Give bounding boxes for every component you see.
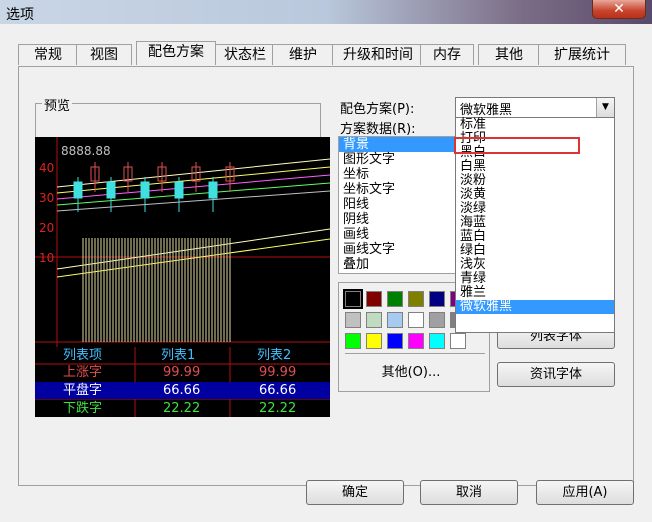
other-color-button[interactable]: 其他(O)... bbox=[361, 361, 461, 381]
color-swatch[interactable] bbox=[366, 291, 382, 307]
scheme-option[interactable]: 雅兰 bbox=[456, 286, 614, 300]
color-swatch[interactable] bbox=[408, 312, 424, 328]
color-swatch[interactable] bbox=[387, 291, 403, 307]
color-swatch[interactable] bbox=[366, 333, 382, 349]
close-button[interactable]: ✕ bbox=[592, 0, 646, 19]
tab-other[interactable]: 其他 bbox=[478, 44, 540, 65]
table-cell: 99.99 bbox=[163, 365, 200, 380]
preview-canvas: 40 30 20 10 8888.88 列表项 列表1 列表2 上涨字 99.9… bbox=[35, 137, 331, 417]
color-swatch[interactable] bbox=[408, 333, 424, 349]
axis-label: 10 bbox=[39, 251, 54, 265]
tab-memory[interactable]: 内存 bbox=[420, 44, 474, 65]
scheme-option[interactable]: 白黑 bbox=[456, 160, 614, 174]
color-swatch[interactable] bbox=[366, 312, 382, 328]
tab-color-scheme[interactable]: 配色方案 bbox=[136, 41, 216, 65]
axis-label: 40 bbox=[39, 161, 54, 175]
scheme-option[interactable]: 标准 bbox=[456, 118, 614, 132]
axis-label: 30 bbox=[39, 191, 54, 205]
color-swatch[interactable] bbox=[429, 333, 445, 349]
scheme-select[interactable]: 微软雅黑 ▼ bbox=[455, 97, 615, 118]
color-swatch[interactable] bbox=[387, 312, 403, 328]
window-title: 选项 bbox=[6, 7, 34, 23]
list-item[interactable]: 画线 bbox=[339, 227, 459, 242]
highlight-box bbox=[454, 137, 580, 154]
tab-extended-stats[interactable]: 扩展统计 bbox=[538, 44, 626, 65]
color-swatch[interactable] bbox=[345, 333, 361, 349]
list-item[interactable]: 坐标文字 bbox=[339, 182, 459, 197]
ok-button[interactable]: 确定 bbox=[306, 480, 404, 505]
table-cell: 上涨字 bbox=[63, 365, 102, 380]
scheme-option[interactable]: 淡绿 bbox=[456, 202, 614, 216]
table-header: 列表1 bbox=[161, 348, 195, 363]
color-swatch[interactable] bbox=[429, 291, 445, 307]
info-font-button[interactable]: 资讯字体 bbox=[497, 362, 615, 387]
color-swatch[interactable] bbox=[343, 289, 363, 309]
preview-chart: 40 30 20 10 8888.88 列表项 列表1 列表2 上涨字 99.9… bbox=[35, 137, 331, 417]
color-swatch[interactable] bbox=[345, 312, 361, 328]
scheme-label: 配色方案(P): bbox=[340, 102, 415, 117]
scheme-option-selected[interactable]: 微软雅黑 bbox=[456, 300, 614, 314]
scheme-option[interactable]: 青绿 bbox=[456, 272, 614, 286]
tab-view[interactable]: 视图 bbox=[76, 44, 132, 65]
table-cell: 22.22 bbox=[163, 401, 200, 416]
table-cell: 下跌字 bbox=[63, 400, 102, 416]
tab-status-bar[interactable]: 状态栏 bbox=[214, 44, 276, 65]
list-item[interactable]: 叠加 bbox=[339, 257, 459, 272]
close-icon: ✕ bbox=[613, 1, 625, 17]
scheme-option[interactable]: 淡黄 bbox=[456, 188, 614, 202]
color-swatch[interactable] bbox=[429, 312, 445, 328]
tab-upgrade-time[interactable]: 升级和时间 bbox=[332, 44, 424, 65]
color-swatch[interactable] bbox=[408, 291, 424, 307]
list-item[interactable]: 画线文字 bbox=[339, 242, 459, 257]
options-dialog: 常规 视图 配色方案 状态栏 维护 升级和时间 内存 其他 扩展统计 预览 40… bbox=[0, 24, 652, 522]
color-swatch[interactable] bbox=[387, 333, 403, 349]
scheme-data-label: 方案数据(R): bbox=[340, 122, 416, 137]
list-item[interactable]: 阴线 bbox=[339, 212, 459, 227]
scheme-option[interactable]: 浅灰 bbox=[456, 258, 614, 272]
list-item[interactable]: 坐标 bbox=[339, 167, 459, 182]
scheme-option[interactable]: 蓝白 bbox=[456, 230, 614, 244]
scheme-select-value: 微软雅黑 bbox=[460, 103, 513, 118]
preview-group-label: 预览 bbox=[42, 95, 73, 114]
list-item[interactable]: 背景 bbox=[339, 137, 459, 152]
chevron-down-icon[interactable]: ▼ bbox=[596, 98, 614, 117]
table-cell: 66.66 bbox=[163, 383, 200, 398]
table-cell: 99.99 bbox=[259, 365, 296, 380]
table-cell: 22.22 bbox=[259, 401, 296, 416]
scheme-option[interactable]: 海蓝 bbox=[456, 216, 614, 230]
scheme-option[interactable]: 淡粉 bbox=[456, 174, 614, 188]
table-header: 列表2 bbox=[257, 348, 291, 363]
table-cell: 66.66 bbox=[259, 383, 296, 398]
list-item[interactable]: 阳线 bbox=[339, 197, 459, 212]
scheme-option[interactable]: 绿白 bbox=[456, 244, 614, 258]
table-header: 列表项 bbox=[63, 348, 102, 363]
scheme-items-list[interactable]: 背景 图形文字 坐标 坐标文字 阳线 阴线 画线 画线文字 叠加 bbox=[338, 136, 460, 274]
tab-general[interactable]: 常规 bbox=[18, 44, 78, 65]
palette-divider bbox=[345, 353, 485, 354]
color-swatch[interactable] bbox=[450, 333, 466, 349]
apply-button[interactable]: 应用(A) bbox=[536, 480, 634, 505]
cancel-button[interactable]: 取消 bbox=[420, 480, 518, 505]
table-cell: 平盘字 bbox=[63, 382, 102, 398]
list-item[interactable]: 图形文字 bbox=[339, 152, 459, 167]
axis-label: 20 bbox=[39, 221, 54, 235]
title-bar: 选项 ✕ bbox=[0, 0, 652, 24]
tab-maintenance[interactable]: 维护 bbox=[272, 44, 334, 65]
price-label: 8888.88 bbox=[61, 144, 111, 158]
